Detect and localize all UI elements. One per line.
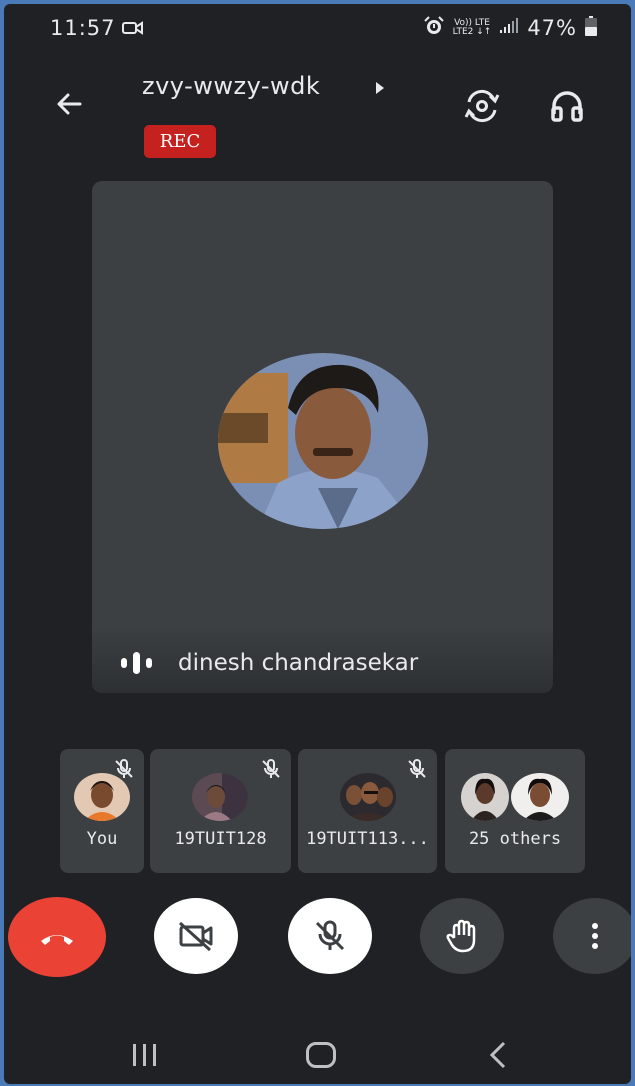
mic-off-icon (259, 757, 283, 781)
meeting-code[interactable]: zvy-wwzy-wdk (142, 72, 320, 100)
battery-percent: 47% (527, 16, 577, 40)
raise-hand-button[interactable] (420, 898, 504, 974)
status-time: 11:57 (50, 16, 116, 40)
mic-off-icon (405, 757, 429, 781)
participant-tile-19tuit128[interactable]: 19TUIT128 (150, 749, 291, 873)
battery-icon (585, 16, 597, 40)
camera-toggle-button[interactable] (154, 898, 238, 974)
alarm-icon (423, 16, 445, 40)
participant-tile-19tuit113[interactable]: 19TUIT113... (298, 749, 437, 873)
back-icon[interactable] (488, 1040, 508, 1074)
switch-camera-icon (464, 89, 500, 123)
back-arrow-icon (57, 93, 82, 115)
main-speaker-avatar (218, 353, 428, 529)
main-speaker-tile[interactable]: dinesh chandrasekar (92, 181, 553, 693)
meeting-details-arrow-icon[interactable] (374, 80, 386, 99)
screen-record-icon (122, 20, 144, 40)
status-right: Vo)) LTE LTE2 ↓↑ 47% (423, 16, 597, 40)
camera-off-icon (178, 921, 213, 952)
participant-label: 19TUIT128 (174, 829, 267, 849)
recording-badge: REC (144, 125, 216, 158)
microphone-toggle-button[interactable] (288, 898, 372, 974)
avatar (192, 773, 248, 821)
end-call-button[interactable] (8, 897, 106, 977)
avatar (340, 773, 396, 821)
avatar (74, 773, 130, 821)
avatar (511, 773, 569, 821)
network-bottom: LTE2 ↓↑ (452, 27, 492, 37)
system-nav-bar (4, 1014, 631, 1084)
signal-icon (499, 18, 519, 38)
participant-tile-you[interactable]: You (60, 749, 144, 873)
main-speaker-name: dinesh chandrasekar (178, 650, 419, 676)
avatar (461, 773, 509, 821)
app-frame: 11:57 Vo)) LTE LTE2 ↓↑ 47% zvy-wwzy-wdk (4, 4, 631, 1084)
participant-label: 19TUIT113... (306, 829, 429, 849)
participant-tile-others[interactable]: 25 others (445, 749, 585, 873)
headphones-icon (551, 91, 583, 122)
recents-icon[interactable] (130, 1042, 160, 1072)
speaking-indicator-icon (120, 651, 154, 675)
audio-output-button[interactable] (547, 86, 587, 126)
raise-hand-icon (446, 919, 476, 953)
end-call-icon (41, 935, 73, 945)
switch-camera-button[interactable] (462, 86, 502, 126)
network-indicator: Vo)) LTE LTE2 ↓↑ (453, 19, 492, 37)
status-bar: 11:57 Vo)) LTE LTE2 ↓↑ 47% (4, 4, 631, 50)
mic-off-icon (315, 920, 345, 951)
participant-label: You (86, 829, 118, 849)
more-options-button[interactable] (553, 898, 631, 974)
back-button[interactable] (50, 84, 90, 124)
home-icon[interactable] (306, 1042, 336, 1068)
participant-label: 25 others (468, 829, 562, 849)
more-vert-icon (592, 923, 598, 949)
